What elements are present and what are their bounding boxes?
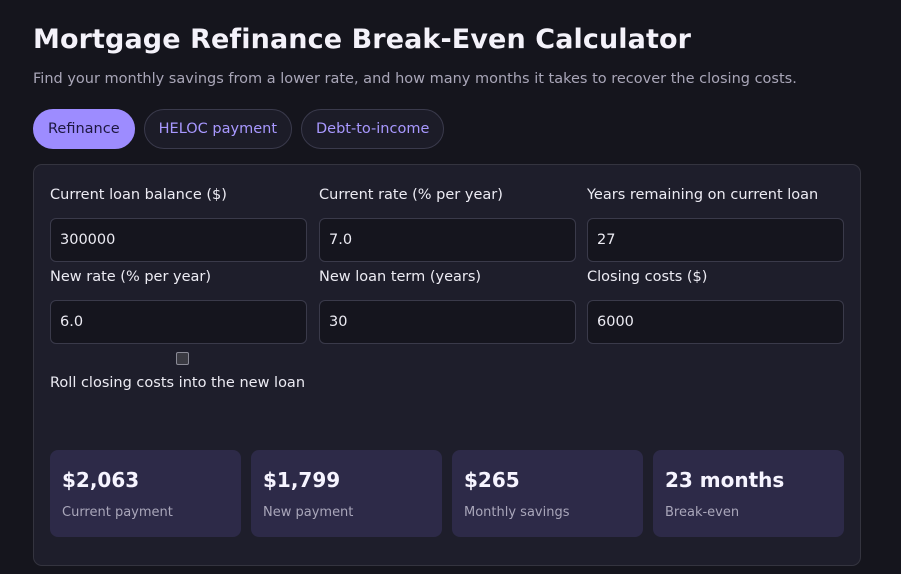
current-payment-value: $2,063 [62, 468, 140, 492]
calculator-panel: Current loan balance ($) Current rate (%… [33, 164, 861, 566]
years-remaining-input[interactable] [587, 218, 844, 262]
monthly-savings-value: $265 [464, 468, 520, 492]
current-rate-input[interactable] [319, 218, 576, 262]
new-payment-card: $1,799 New payment [251, 450, 442, 537]
page-subtitle: Find your monthly savings from a lower r… [33, 71, 797, 87]
tab-heloc-payment[interactable]: HELOC payment [143, 109, 293, 149]
new-payment-value: $1,799 [263, 468, 341, 492]
monthly-savings-card: $265 Monthly savings [452, 450, 643, 537]
new-rate-label: New rate (% per year) [50, 269, 212, 285]
refinance-calculator-page: Mortgage Refinance Break-Even Calculator… [0, 0, 901, 574]
monthly-savings-label: Monthly savings [464, 505, 570, 520]
current-payment-card: $2,063 Current payment [50, 450, 241, 537]
new-payment-label: New payment [263, 505, 354, 520]
new-rate-input[interactable] [50, 300, 307, 344]
new-rate-field: New rate (% per year) [50, 267, 307, 344]
new-term-label: New loan term (years) [319, 269, 482, 285]
page-title: Mortgage Refinance Break-Even Calculator [33, 24, 692, 55]
tab-refinance[interactable]: Refinance [33, 109, 135, 149]
new-term-field: New loan term (years) [319, 267, 576, 344]
calculator-tabs: Refinance HELOC payment Debt-to-income [33, 109, 445, 149]
current-balance-label: Current loan balance ($) [50, 187, 227, 203]
roll-costs-checkbox[interactable] [176, 352, 189, 365]
break-even-value: 23 months [665, 468, 785, 492]
break-even-label: Break-even [665, 505, 740, 520]
current-balance-field: Current loan balance ($) [50, 185, 307, 262]
break-even-card: 23 months Break-even [653, 450, 844, 537]
current-balance-input[interactable] [50, 218, 307, 262]
closing-costs-input[interactable] [587, 300, 844, 344]
roll-costs-label: Roll closing costs into the new loan [50, 375, 306, 391]
current-rate-label: Current rate (% per year) [319, 187, 503, 203]
years-remaining-label: Years remaining on current loan [587, 187, 819, 203]
years-remaining-field: Years remaining on current loan [587, 185, 844, 262]
current-rate-field: Current rate (% per year) [319, 185, 576, 262]
closing-costs-field: Closing costs ($) [587, 267, 844, 344]
current-payment-label: Current payment [62, 505, 173, 520]
closing-costs-label: Closing costs ($) [587, 269, 708, 285]
tab-debt-to-income[interactable]: Debt-to-income [301, 109, 445, 149]
new-term-input[interactable] [319, 300, 576, 344]
